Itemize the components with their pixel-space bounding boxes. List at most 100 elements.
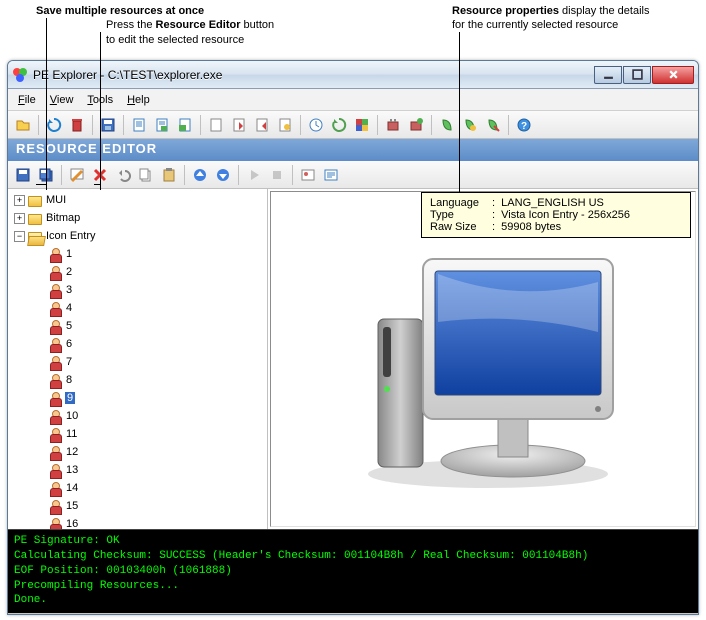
maximize-button[interactable] xyxy=(623,66,651,84)
resource-editor-button[interactable] xyxy=(66,164,88,186)
icon-entry-icon xyxy=(48,391,62,405)
help-button[interactable]: ? xyxy=(513,114,535,136)
resource-tree[interactable]: + MUI + Bitmap − Icon Entry 1 2 3 4 5 6 xyxy=(8,189,268,529)
icon-entry-icon xyxy=(48,247,62,261)
annotation-line-left-2 xyxy=(100,32,101,190)
save-resource-button[interactable] xyxy=(12,164,34,186)
annotation-left-title: Save multiple resources at once xyxy=(36,5,204,17)
icon-entry-icon xyxy=(48,409,62,423)
icon-preview xyxy=(270,191,696,527)
folder-icon xyxy=(28,214,42,225)
tree-item[interactable]: 6 xyxy=(30,335,265,353)
console-line: Done. xyxy=(14,593,692,608)
export-button[interactable] xyxy=(228,114,250,136)
console-line: EOF Position: 00103400h (1061888) xyxy=(14,564,692,579)
delete-button[interactable] xyxy=(66,114,88,136)
icon-entry-icon xyxy=(48,481,62,495)
annotation-line-left-1b xyxy=(36,184,47,185)
page-button[interactable] xyxy=(205,114,227,136)
minimize-button[interactable] xyxy=(594,66,622,84)
main-toolbar: ? xyxy=(8,111,698,139)
doc-button-3[interactable] xyxy=(174,114,196,136)
prop-key: Type xyxy=(430,209,492,221)
doc-button-1[interactable] xyxy=(128,114,150,136)
menubar: File View Tools Help xyxy=(8,89,698,111)
refresh2-button[interactable] xyxy=(328,114,350,136)
plugin1-button[interactable] xyxy=(382,114,404,136)
output-console[interactable]: PE Signature: OK Calculating Checksum: S… xyxy=(8,529,698,613)
tree-item[interactable]: 15 xyxy=(30,497,265,515)
plugin2-button[interactable] xyxy=(405,114,427,136)
tree-item[interactable]: 1 xyxy=(30,245,265,263)
resource-editor-bar: RESOURCE EDITOR xyxy=(8,139,698,161)
doc-button-2[interactable] xyxy=(151,114,173,136)
expand-icon[interactable]: + xyxy=(14,213,25,224)
annotation-line-left-2b xyxy=(94,184,101,185)
tree-item[interactable]: 11 xyxy=(30,425,265,443)
close-button[interactable] xyxy=(652,66,694,84)
copy-button[interactable] xyxy=(135,164,157,186)
folder-open-icon xyxy=(28,232,42,243)
tree-item[interactable]: 2 xyxy=(30,263,265,281)
prop-key: Raw Size xyxy=(430,221,492,233)
icon-entry-icon xyxy=(48,319,62,333)
annotation-line-right xyxy=(459,32,460,192)
down-button[interactable] xyxy=(212,164,234,186)
window-buttons xyxy=(594,66,694,84)
resource-toolbar xyxy=(8,161,698,189)
svg-text:?: ? xyxy=(521,121,527,132)
stop-button[interactable] xyxy=(266,164,288,186)
view2-button[interactable] xyxy=(320,164,342,186)
view1-button[interactable] xyxy=(297,164,319,186)
tree-item[interactable]: 8 xyxy=(30,371,265,389)
green1-button[interactable] xyxy=(436,114,458,136)
titlebar[interactable]: PE Explorer - C:\TEST\explorer.exe xyxy=(8,61,698,89)
console-line: Calculating Checksum: SUCCESS (Header's … xyxy=(14,549,692,564)
play-button[interactable] xyxy=(243,164,265,186)
console-line: Precompiling Resources... xyxy=(14,579,692,594)
cert-button[interactable] xyxy=(274,114,296,136)
tree-item[interactable]: 10 xyxy=(30,407,265,425)
tree-item[interactable]: 16 xyxy=(30,515,265,529)
menu-view[interactable]: View xyxy=(44,92,80,108)
prop-value: LANG_ENGLISH US xyxy=(501,197,604,209)
tree-children: 1 2 3 4 5 6 7 8 9 10 11 12 13 14 15 16 xyxy=(10,245,265,529)
open-button[interactable] xyxy=(12,114,34,136)
app-window: PE Explorer - C:\TEST\explorer.exe File … xyxy=(7,60,699,615)
green2-button[interactable] xyxy=(459,114,481,136)
icon-entry-icon xyxy=(48,427,62,441)
tree-folder-mui[interactable]: + MUI xyxy=(10,191,265,209)
icon-entry-icon xyxy=(48,373,62,387)
tree-folder-iconentry[interactable]: − Icon Entry xyxy=(10,227,265,245)
tree-item[interactable]: 4 xyxy=(30,299,265,317)
clock-button[interactable] xyxy=(305,114,327,136)
tree-item-selected[interactable]: 9 xyxy=(30,389,265,407)
prop-key: Language xyxy=(430,197,492,209)
import-button[interactable] xyxy=(251,114,273,136)
menu-help[interactable]: Help xyxy=(121,92,156,108)
menu-file[interactable]: File xyxy=(12,92,42,108)
up-button[interactable] xyxy=(189,164,211,186)
undo-button[interactable] xyxy=(112,164,134,186)
tree-label: Icon Entry xyxy=(45,230,97,242)
tree-item[interactable]: 5 xyxy=(30,317,265,335)
green3-button[interactable] xyxy=(482,114,504,136)
paste-button[interactable] xyxy=(158,164,180,186)
tree-item[interactable]: 14 xyxy=(30,479,265,497)
tree-item[interactable]: 13 xyxy=(30,461,265,479)
tree-item[interactable]: 12 xyxy=(30,443,265,461)
collapse-icon[interactable]: − xyxy=(14,231,25,242)
monitor-icon xyxy=(333,229,633,489)
icon-entry-icon xyxy=(48,265,62,279)
expand-icon[interactable]: + xyxy=(14,195,25,206)
tree-folder-bitmap[interactable]: + Bitmap xyxy=(10,209,265,227)
content-area: + MUI + Bitmap − Icon Entry 1 2 3 4 5 6 xyxy=(8,189,698,529)
preview-panel xyxy=(268,189,698,529)
tree-item[interactable]: 7 xyxy=(30,353,265,371)
tree-item[interactable]: 3 xyxy=(30,281,265,299)
icon-entry-icon xyxy=(48,283,62,297)
icon-entry-icon xyxy=(48,445,62,459)
icon-entry-icon xyxy=(48,355,62,369)
palette-button[interactable] xyxy=(351,114,373,136)
tree-label: Bitmap xyxy=(45,212,81,224)
